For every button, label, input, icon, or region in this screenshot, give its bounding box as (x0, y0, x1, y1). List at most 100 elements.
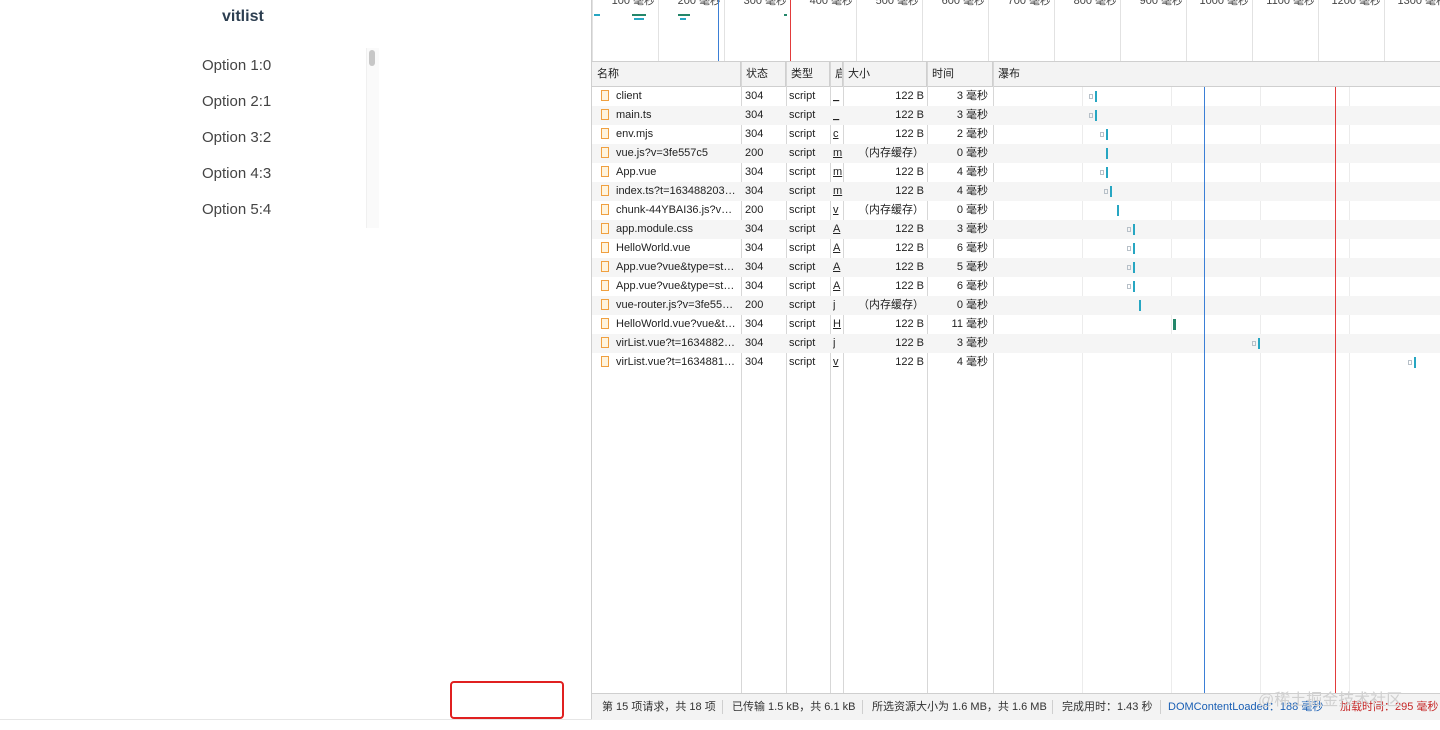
column-header-type[interactable]: 类型 (786, 62, 830, 86)
request-size: 122 B (895, 356, 924, 368)
status-divider (1052, 700, 1053, 714)
waterfall-download-segment (1105, 148, 1108, 159)
column-header-waterfall[interactable]: 瀑布 (993, 62, 1440, 86)
status-divider (862, 700, 863, 714)
table-row[interactable]: App.vue?vue&type=st… 304 script A 122 B 6 毫秒 (592, 277, 1440, 296)
list-item[interactable]: Option 1:0 (202, 57, 271, 74)
request-initiator: A (833, 280, 841, 292)
waterfall-bar[interactable] (1126, 262, 1141, 273)
waterfall-bar[interactable] (1408, 357, 1422, 368)
list-item[interactable]: Option 4:3 (202, 165, 271, 182)
script-file-icon (601, 279, 609, 291)
script-file-icon (601, 298, 609, 310)
script-file-icon (601, 184, 609, 196)
request-time: 6 毫秒 (956, 280, 988, 292)
request-status: 304 (745, 223, 764, 235)
timeline-overview[interactable]: 100 毫秒 200 毫秒 300 毫秒 400 毫秒 500 毫秒 600 毫… (592, 0, 1440, 62)
request-name: App.vue?vue&type=st… (598, 277, 738, 296)
request-status: 200 (745, 204, 764, 216)
status-divider (1160, 700, 1161, 714)
waterfall-download-segment (1132, 224, 1135, 235)
request-status: 304 (745, 185, 764, 197)
request-type: script (789, 337, 816, 349)
request-time: 6 毫秒 (956, 242, 988, 254)
table-row[interactable]: vue.js?v=3fe557c5 200 script m （内存缓存） 0 毫秒 (592, 144, 1440, 163)
table-row[interactable]: vue-router.js?v=3fe55… 200 script j （内存缓存） 0 … (592, 296, 1440, 315)
script-file-icon (601, 127, 609, 139)
table-row[interactable]: client 304 script _ 122 B 3 毫秒 (592, 87, 1440, 106)
request-name: main.ts (598, 106, 738, 125)
table-row[interactable]: virList.vue?t=1634881… 304 script v 122 B 4 毫… (592, 353, 1440, 372)
table-row[interactable]: main.ts 304 script _ 122 B 3 毫秒 (592, 106, 1440, 125)
table-row[interactable]: chunk-44YBAI36.js?v… 200 script v （内存缓存） 0 毫秒 (592, 201, 1440, 220)
table-row[interactable]: app.module.css 304 script A 122 B 3 毫秒 (592, 220, 1440, 239)
waterfall-bar[interactable] (1099, 167, 1114, 178)
list-item[interactable]: Option 2:1 (202, 93, 271, 110)
script-file-icon (601, 260, 609, 272)
column-header-status[interactable]: 状态 (741, 62, 786, 86)
column-header-time[interactable]: 时间 (927, 62, 993, 86)
request-status: 304 (745, 166, 764, 178)
table-row[interactable]: HelloWorld.vue 304 script A 122 B 6 毫秒 (592, 239, 1440, 258)
list-item[interactable]: Option 5:4 (202, 201, 271, 218)
waterfall-bar[interactable] (1133, 300, 1147, 311)
request-rows: client 304 script _ 122 B 3 毫秒 main.ts 304 scrip… (592, 87, 1440, 692)
status-request-count: 第 15 项请求，共 18 项 (602, 701, 716, 713)
request-name: vue-router.js?v=3fe55… (598, 296, 738, 315)
request-type: script (789, 166, 816, 178)
table-row[interactable]: virList.vue?t=1634882… 304 script j 122 B 3 毫… (592, 334, 1440, 353)
table-row[interactable]: index.ts?t=163488203… 304 script m 122 B 4 毫秒 (592, 182, 1440, 201)
table-row[interactable]: HelloWorld.vue?vue&t… 304 script H 122 B 11 毫… (592, 315, 1440, 334)
request-size: （内存缓存） (858, 299, 924, 311)
waterfall-bar[interactable] (1104, 186, 1118, 197)
column-header-name[interactable]: 名称 (592, 62, 741, 86)
waterfall-download-segment (1172, 319, 1176, 330)
waterfall-bar[interactable] (1251, 338, 1266, 349)
table-row[interactable]: env.mjs 304 script c 122 B 2 毫秒 (592, 125, 1440, 144)
request-status: 304 (745, 337, 764, 349)
waterfall-load-marker (1334, 87, 1336, 693)
request-size: 122 B (895, 90, 924, 102)
column-header-initiator[interactable]: 启 (830, 62, 843, 86)
waterfall-bar[interactable] (1088, 91, 1103, 102)
list-scrollbar-thumb[interactable] (369, 50, 375, 66)
waterfall-bar[interactable] (1126, 281, 1141, 292)
request-initiator: _ (833, 109, 840, 121)
table-row[interactable]: App.vue 304 script m 122 B 4 毫秒 (592, 163, 1440, 182)
waterfall-bar[interactable] (1126, 243, 1141, 254)
request-size: 122 B (895, 337, 924, 349)
waterfall-bar[interactable] (1111, 205, 1125, 216)
request-name: App.vue?vue&type=st… (598, 258, 738, 277)
waterfall-bar[interactable] (1167, 319, 1181, 330)
waterfall-download-segment (1110, 186, 1113, 197)
waterfall-download-segment (1132, 281, 1135, 292)
request-name: app.module.css (598, 220, 738, 239)
virtual-list[interactable]: Option 1:0 Option 2:1 Option 3:2 Option … (160, 48, 380, 228)
request-name: HelloWorld.vue (598, 239, 738, 258)
request-type: script (789, 204, 816, 216)
request-type: script (789, 90, 816, 102)
request-time: 4 毫秒 (956, 356, 988, 368)
column-header-size[interactable]: 大小 (843, 62, 927, 86)
waterfall-bar[interactable] (1099, 129, 1114, 140)
request-name: virList.vue?t=1634881… (598, 353, 738, 372)
app-viewport: vitlist Option 1:0 Option 2:1 Option 3:2… (0, 0, 591, 730)
watermark: @稀土掘金技术社区 (1258, 692, 1403, 709)
request-initiator: m (833, 166, 843, 178)
request-size: 122 B (895, 280, 924, 292)
overview-tick: 1100 毫秒 (1252, 0, 1319, 61)
script-file-icon (601, 108, 609, 120)
request-initiator: v (833, 204, 839, 216)
table-row[interactable]: App.vue?vue&type=st… 304 script A 122 B 5 毫秒 (592, 258, 1440, 277)
request-status: 304 (745, 242, 764, 254)
waterfall-bar[interactable] (1088, 110, 1103, 121)
overview-tick: 1200 毫秒 (1318, 0, 1385, 61)
waterfall-queue-segment (1099, 132, 1104, 137)
request-name: virList.vue?t=1634882… (598, 334, 738, 353)
waterfall-bar[interactable] (1100, 148, 1114, 159)
waterfall-bar[interactable] (1126, 224, 1141, 235)
list-item[interactable]: Option 3:2 (202, 129, 271, 146)
list-scrollbar-track[interactable] (366, 48, 379, 228)
waterfall-download-segment (1094, 91, 1097, 102)
script-file-icon (601, 203, 609, 215)
